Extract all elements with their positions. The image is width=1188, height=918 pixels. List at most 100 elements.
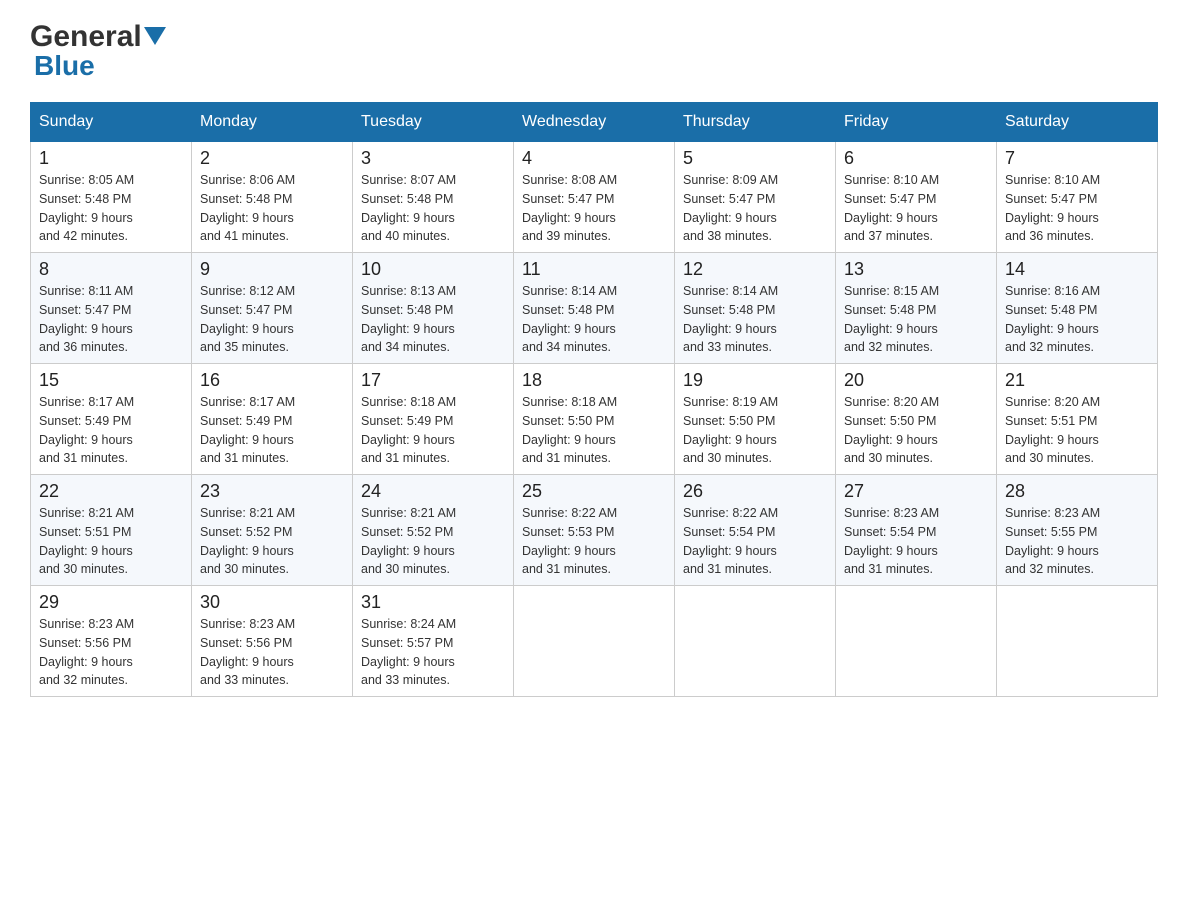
day-info: Sunrise: 8:21 AMSunset: 5:51 PMDaylight:… (39, 506, 134, 576)
day-number: 5 (683, 148, 827, 169)
day-info: Sunrise: 8:22 AMSunset: 5:53 PMDaylight:… (522, 506, 617, 576)
calendar-cell: 26 Sunrise: 8:22 AMSunset: 5:54 PMDaylig… (675, 475, 836, 586)
column-header-sunday: Sunday (31, 103, 192, 142)
day-number: 16 (200, 370, 344, 391)
day-number: 27 (844, 481, 988, 502)
day-info: Sunrise: 8:23 AMSunset: 5:54 PMDaylight:… (844, 506, 939, 576)
day-number: 2 (200, 148, 344, 169)
day-number: 9 (200, 259, 344, 280)
calendar-cell: 15 Sunrise: 8:17 AMSunset: 5:49 PMDaylig… (31, 364, 192, 475)
calendar-cell: 13 Sunrise: 8:15 AMSunset: 5:48 PMDaylig… (836, 253, 997, 364)
calendar-cell: 20 Sunrise: 8:20 AMSunset: 5:50 PMDaylig… (836, 364, 997, 475)
calendar-cell: 12 Sunrise: 8:14 AMSunset: 5:48 PMDaylig… (675, 253, 836, 364)
day-info: Sunrise: 8:17 AMSunset: 5:49 PMDaylight:… (39, 395, 134, 465)
calendar-cell: 11 Sunrise: 8:14 AMSunset: 5:48 PMDaylig… (514, 253, 675, 364)
day-number: 14 (1005, 259, 1149, 280)
calendar-cell: 18 Sunrise: 8:18 AMSunset: 5:50 PMDaylig… (514, 364, 675, 475)
calendar-cell: 21 Sunrise: 8:20 AMSunset: 5:51 PMDaylig… (997, 364, 1158, 475)
calendar-week-row: 29 Sunrise: 8:23 AMSunset: 5:56 PMDaylig… (31, 586, 1158, 697)
calendar-cell: 8 Sunrise: 8:11 AMSunset: 5:47 PMDayligh… (31, 253, 192, 364)
day-info: Sunrise: 8:20 AMSunset: 5:50 PMDaylight:… (844, 395, 939, 465)
logo-arrow-icon (144, 27, 166, 50)
day-info: Sunrise: 8:18 AMSunset: 5:50 PMDaylight:… (522, 395, 617, 465)
day-number: 7 (1005, 148, 1149, 169)
logo-general-text: General (30, 20, 142, 54)
calendar-cell (997, 586, 1158, 697)
column-header-tuesday: Tuesday (353, 103, 514, 142)
calendar-cell: 14 Sunrise: 8:16 AMSunset: 5:48 PMDaylig… (997, 253, 1158, 364)
day-number: 4 (522, 148, 666, 169)
calendar-cell: 2 Sunrise: 8:06 AMSunset: 5:48 PMDayligh… (192, 142, 353, 253)
day-number: 28 (1005, 481, 1149, 502)
day-number: 29 (39, 592, 183, 613)
column-header-wednesday: Wednesday (514, 103, 675, 142)
calendar-header-row: SundayMondayTuesdayWednesdayThursdayFrid… (31, 103, 1158, 142)
calendar-cell: 9 Sunrise: 8:12 AMSunset: 5:47 PMDayligh… (192, 253, 353, 364)
day-number: 21 (1005, 370, 1149, 391)
calendar-cell: 30 Sunrise: 8:23 AMSunset: 5:56 PMDaylig… (192, 586, 353, 697)
column-header-friday: Friday (836, 103, 997, 142)
page-header: General Blue (30, 20, 1158, 82)
day-number: 12 (683, 259, 827, 280)
day-number: 25 (522, 481, 666, 502)
day-info: Sunrise: 8:22 AMSunset: 5:54 PMDaylight:… (683, 506, 778, 576)
calendar-cell: 22 Sunrise: 8:21 AMSunset: 5:51 PMDaylig… (31, 475, 192, 586)
day-info: Sunrise: 8:21 AMSunset: 5:52 PMDaylight:… (361, 506, 456, 576)
day-info: Sunrise: 8:07 AMSunset: 5:48 PMDaylight:… (361, 173, 456, 243)
calendar-week-row: 8 Sunrise: 8:11 AMSunset: 5:47 PMDayligh… (31, 253, 1158, 364)
calendar-cell: 10 Sunrise: 8:13 AMSunset: 5:48 PMDaylig… (353, 253, 514, 364)
day-info: Sunrise: 8:08 AMSunset: 5:47 PMDaylight:… (522, 173, 617, 243)
calendar-cell: 28 Sunrise: 8:23 AMSunset: 5:55 PMDaylig… (997, 475, 1158, 586)
logo: General Blue (30, 20, 166, 82)
day-number: 15 (39, 370, 183, 391)
day-number: 30 (200, 592, 344, 613)
day-info: Sunrise: 8:05 AMSunset: 5:48 PMDaylight:… (39, 173, 134, 243)
day-info: Sunrise: 8:23 AMSunset: 5:55 PMDaylight:… (1005, 506, 1100, 576)
calendar-cell: 6 Sunrise: 8:10 AMSunset: 5:47 PMDayligh… (836, 142, 997, 253)
day-info: Sunrise: 8:19 AMSunset: 5:50 PMDaylight:… (683, 395, 778, 465)
logo-blue-text: Blue (34, 50, 95, 81)
day-number: 24 (361, 481, 505, 502)
calendar-cell: 16 Sunrise: 8:17 AMSunset: 5:49 PMDaylig… (192, 364, 353, 475)
calendar-cell: 27 Sunrise: 8:23 AMSunset: 5:54 PMDaylig… (836, 475, 997, 586)
day-info: Sunrise: 8:16 AMSunset: 5:48 PMDaylight:… (1005, 284, 1100, 354)
calendar-week-row: 15 Sunrise: 8:17 AMSunset: 5:49 PMDaylig… (31, 364, 1158, 475)
calendar-week-row: 1 Sunrise: 8:05 AMSunset: 5:48 PMDayligh… (31, 142, 1158, 253)
day-number: 18 (522, 370, 666, 391)
day-number: 6 (844, 148, 988, 169)
calendar-cell (675, 586, 836, 697)
calendar-cell: 23 Sunrise: 8:21 AMSunset: 5:52 PMDaylig… (192, 475, 353, 586)
day-info: Sunrise: 8:10 AMSunset: 5:47 PMDaylight:… (1005, 173, 1100, 243)
day-info: Sunrise: 8:14 AMSunset: 5:48 PMDaylight:… (522, 284, 617, 354)
day-number: 17 (361, 370, 505, 391)
day-info: Sunrise: 8:06 AMSunset: 5:48 PMDaylight:… (200, 173, 295, 243)
calendar-table: SundayMondayTuesdayWednesdayThursdayFrid… (30, 102, 1158, 697)
day-number: 22 (39, 481, 183, 502)
column-header-monday: Monday (192, 103, 353, 142)
calendar-cell: 1 Sunrise: 8:05 AMSunset: 5:48 PMDayligh… (31, 142, 192, 253)
day-info: Sunrise: 8:24 AMSunset: 5:57 PMDaylight:… (361, 617, 456, 687)
day-info: Sunrise: 8:21 AMSunset: 5:52 PMDaylight:… (200, 506, 295, 576)
calendar-cell: 7 Sunrise: 8:10 AMSunset: 5:47 PMDayligh… (997, 142, 1158, 253)
calendar-cell: 3 Sunrise: 8:07 AMSunset: 5:48 PMDayligh… (353, 142, 514, 253)
column-header-thursday: Thursday (675, 103, 836, 142)
calendar-cell: 31 Sunrise: 8:24 AMSunset: 5:57 PMDaylig… (353, 586, 514, 697)
day-info: Sunrise: 8:18 AMSunset: 5:49 PMDaylight:… (361, 395, 456, 465)
day-info: Sunrise: 8:20 AMSunset: 5:51 PMDaylight:… (1005, 395, 1100, 465)
day-info: Sunrise: 8:13 AMSunset: 5:48 PMDaylight:… (361, 284, 456, 354)
calendar-cell (514, 586, 675, 697)
day-info: Sunrise: 8:09 AMSunset: 5:47 PMDaylight:… (683, 173, 778, 243)
day-number: 8 (39, 259, 183, 280)
day-number: 19 (683, 370, 827, 391)
calendar-cell (836, 586, 997, 697)
day-info: Sunrise: 8:23 AMSunset: 5:56 PMDaylight:… (39, 617, 134, 687)
day-info: Sunrise: 8:12 AMSunset: 5:47 PMDaylight:… (200, 284, 295, 354)
calendar-cell: 29 Sunrise: 8:23 AMSunset: 5:56 PMDaylig… (31, 586, 192, 697)
calendar-cell: 24 Sunrise: 8:21 AMSunset: 5:52 PMDaylig… (353, 475, 514, 586)
day-number: 20 (844, 370, 988, 391)
calendar-week-row: 22 Sunrise: 8:21 AMSunset: 5:51 PMDaylig… (31, 475, 1158, 586)
day-number: 10 (361, 259, 505, 280)
day-info: Sunrise: 8:14 AMSunset: 5:48 PMDaylight:… (683, 284, 778, 354)
day-number: 26 (683, 481, 827, 502)
calendar-cell: 5 Sunrise: 8:09 AMSunset: 5:47 PMDayligh… (675, 142, 836, 253)
